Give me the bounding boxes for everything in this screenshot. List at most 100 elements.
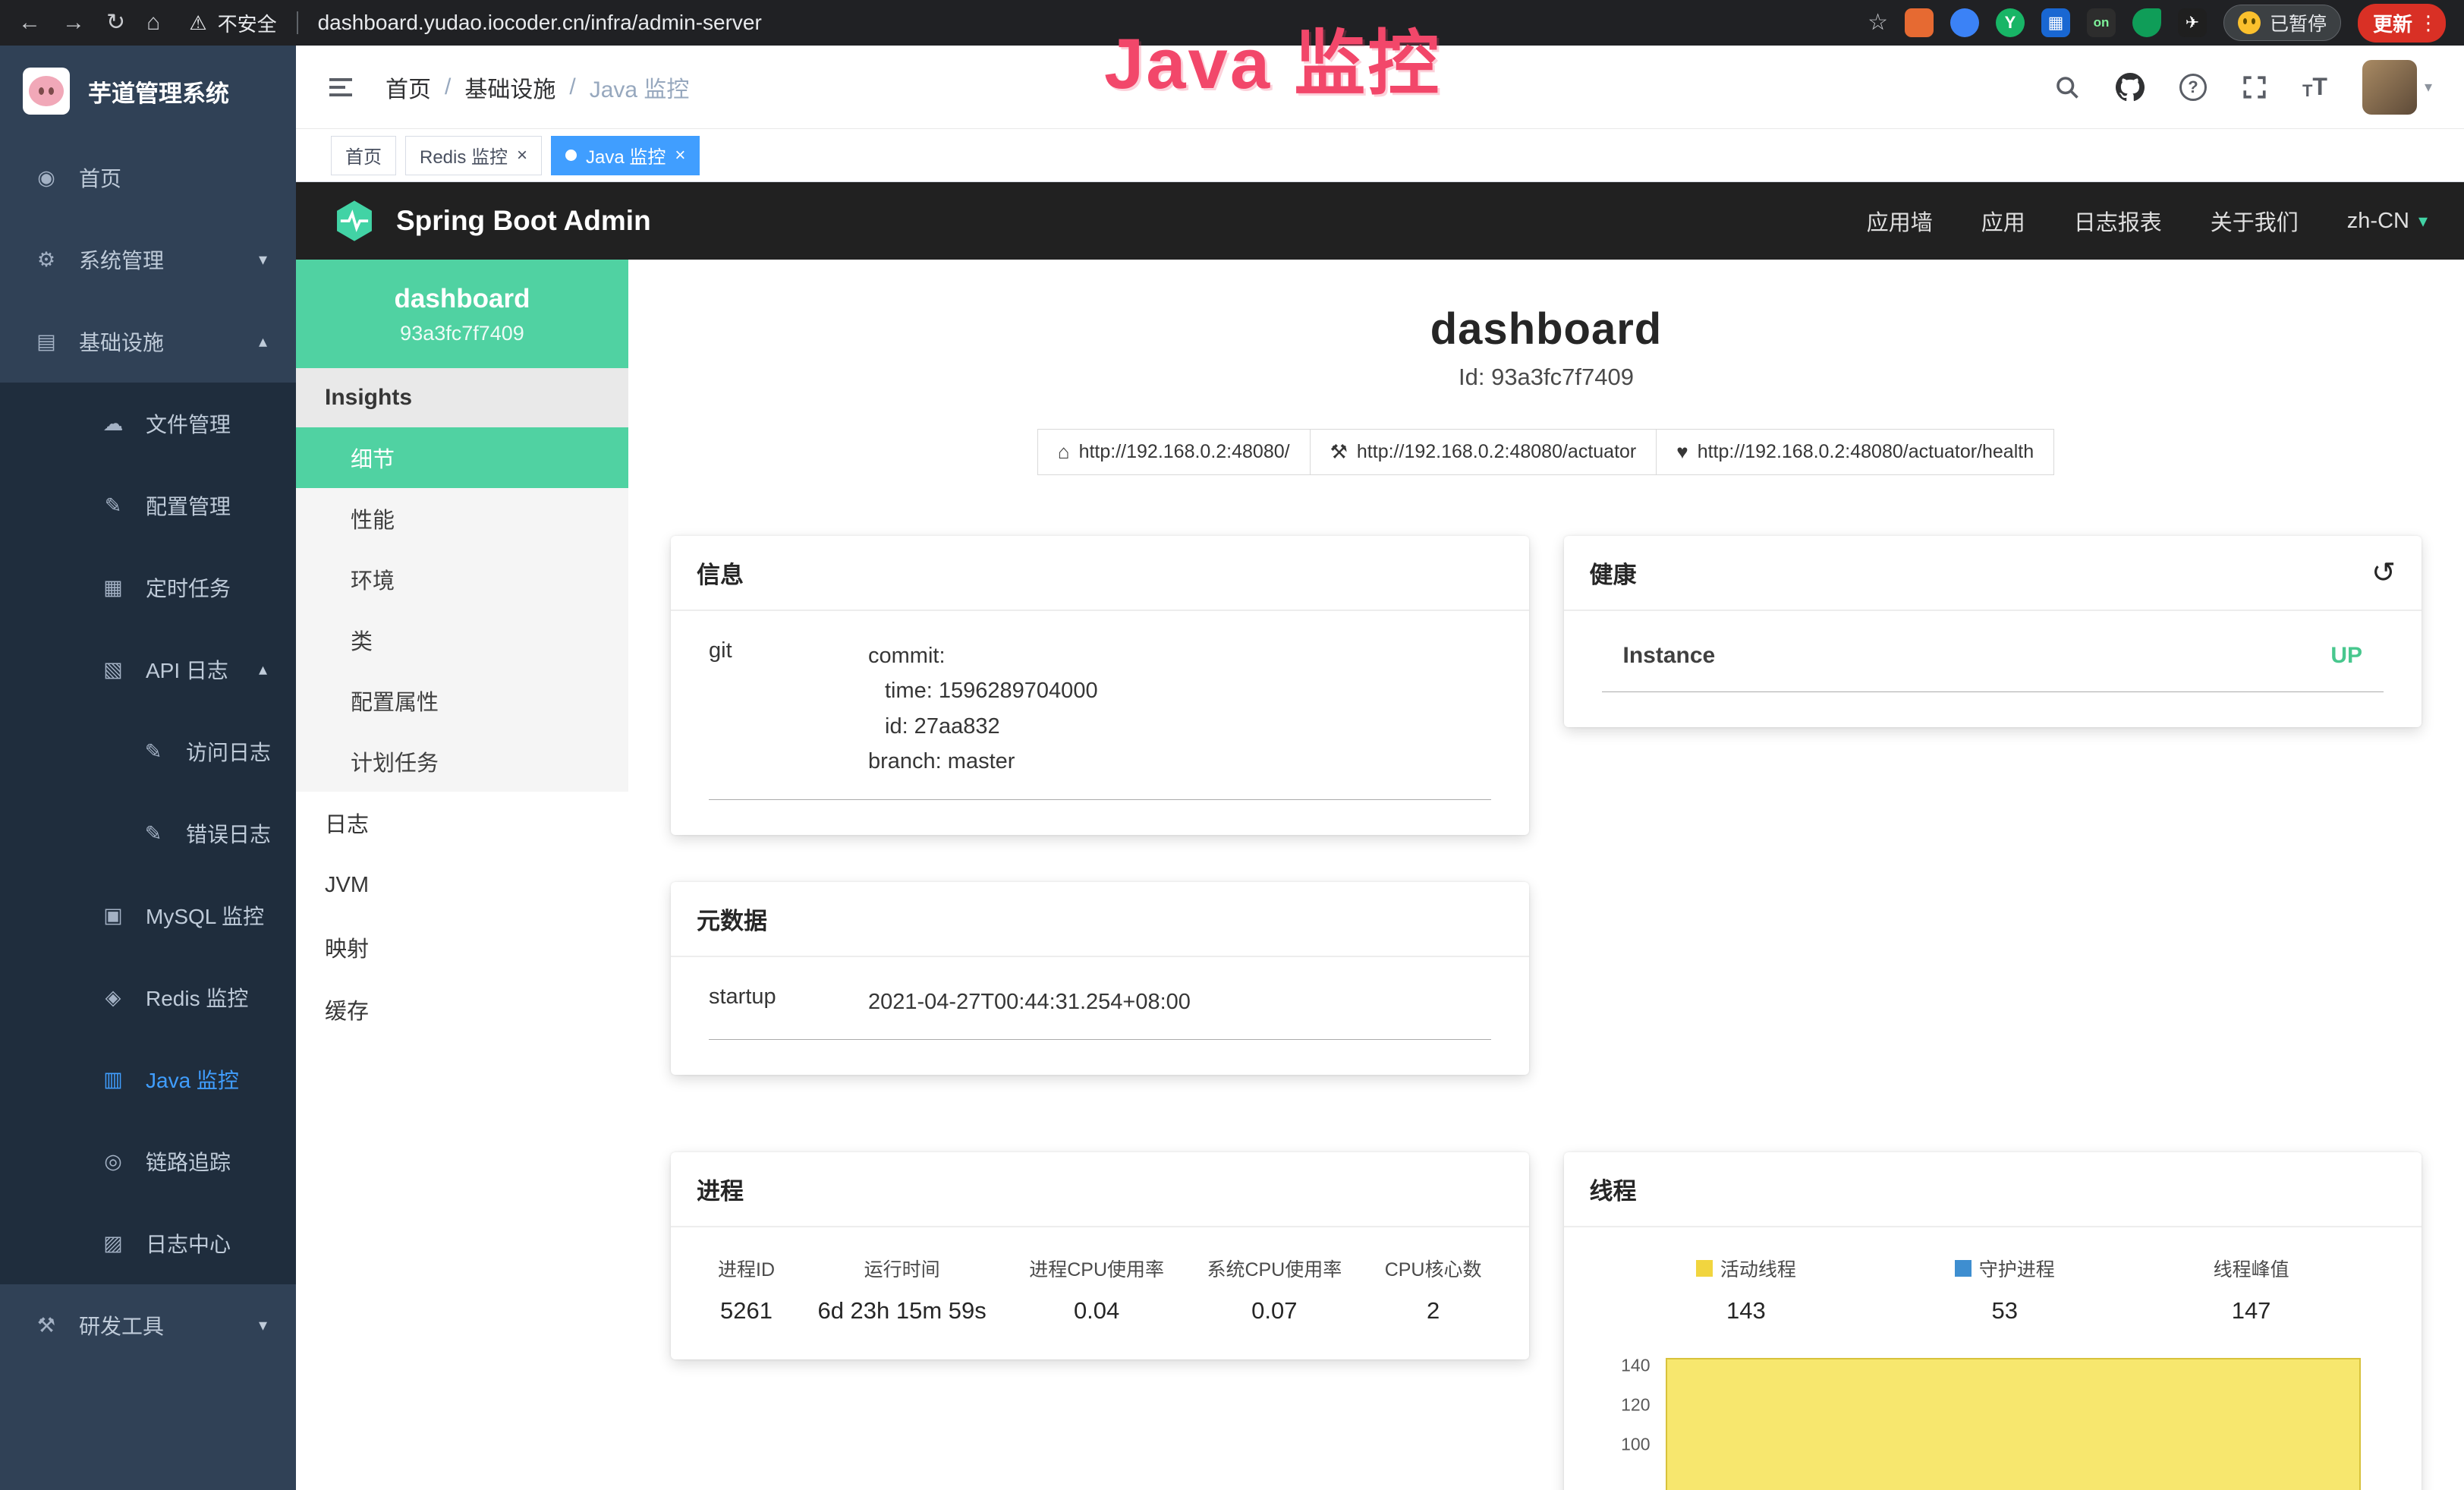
- home-icon[interactable]: ⌂: [146, 11, 160, 34]
- stat-pid: 进程ID 5261: [718, 1255, 775, 1325]
- extension-fox-icon[interactable]: [1905, 8, 1934, 37]
- legend-value: 53: [1955, 1297, 2055, 1325]
- font-size-icon[interactable]: TT: [2302, 73, 2327, 101]
- extension-plane-icon[interactable]: ✈: [2178, 8, 2207, 37]
- sidebar-submenu-infrastructure: ☁ 文件管理 ✎ 配置管理 ▦ 定时任务 ▧ API 日志 ▴: [0, 383, 296, 1284]
- breadcrumb-home[interactable]: 首页: [385, 71, 431, 104]
- sidebar-item-mysql-monitor[interactable]: ▣ MySQL 监控: [0, 874, 296, 956]
- sba-nav-wall[interactable]: 应用墙: [1867, 205, 1933, 237]
- sba-nav-applications[interactable]: 应用: [1981, 205, 2025, 237]
- sidebar-item-error-log[interactable]: ✎ 错误日志: [0, 792, 296, 874]
- sba-item-environment[interactable]: 环境: [296, 549, 628, 610]
- legend-active-threads: 活动线程 143: [1696, 1255, 1796, 1325]
- sidebar-item-schedule-job[interactable]: ▦ 定时任务: [0, 547, 296, 628]
- close-icon[interactable]: ×: [517, 145, 527, 166]
- git-branch-line: branch: master: [868, 744, 1491, 779]
- instance-url-link[interactable]: ⌂ http://192.168.0.2:48080/: [1037, 429, 1311, 475]
- paused-badge[interactable]: 已暂停: [2223, 5, 2341, 41]
- info-card: 信息 git commit: time: 1596289704000: [671, 536, 1529, 835]
- reload-icon[interactable]: ↻: [106, 11, 125, 34]
- legend-daemon-threads: 守护进程 53: [1955, 1255, 2055, 1325]
- extension-grid-icon[interactable]: ▦: [2041, 8, 2070, 37]
- sba-app-id: 93a3fc7f7409: [304, 322, 621, 345]
- sidebar-item-redis-monitor[interactable]: ◈ Redis 监控: [0, 956, 296, 1038]
- sidebar-item-label: 链路追踪: [146, 1146, 231, 1177]
- sidebar-item-home[interactable]: ◉ 首页: [0, 137, 296, 219]
- sba-item-scheduled-tasks[interactable]: 计划任务: [296, 731, 628, 792]
- back-icon[interactable]: ←: [18, 11, 41, 34]
- sidebar-item-system[interactable]: ⚙ 系统管理 ▾: [0, 219, 296, 301]
- tab-java-monitor[interactable]: Java 监控 ×: [551, 136, 700, 175]
- sidebar-item-dev-tools[interactable]: ⚒ 研发工具 ▾: [0, 1284, 296, 1366]
- heartbeat-icon: ♥: [1676, 440, 1688, 464]
- chevron-down-icon: ▾: [259, 1315, 267, 1335]
- metadata-card: 元数据 startup 2021-04-27T00:44:31.254+08:0…: [671, 882, 1529, 1075]
- legend-swatch-blue: [1955, 1260, 1972, 1277]
- y-tick: 120: [1602, 1394, 1651, 1415]
- locale-select[interactable]: zh-CN ▾: [2347, 209, 2428, 234]
- health-url-link[interactable]: ♥ http://192.168.0.2:48080/actuator/heal…: [1656, 429, 2054, 475]
- startup-row: startup 2021-04-27T00:44:31.254+08:00: [709, 984, 1491, 1040]
- sidebar-item-label: 文件管理: [146, 408, 231, 439]
- hamburger-icon[interactable]: [328, 74, 358, 101]
- sidebar-item-access-log[interactable]: ✎ 访问日志: [0, 710, 296, 792]
- extension-pin-icon[interactable]: [1950, 8, 1979, 37]
- sba-app-header[interactable]: dashboard 93a3fc7f7409: [296, 260, 628, 368]
- user-avatar[interactable]: ▾: [2362, 60, 2432, 115]
- stat-system-cpu: 系统CPU使用率 0.07: [1207, 1255, 1342, 1325]
- extension-green-icon[interactable]: Y: [1996, 8, 2025, 37]
- stat-label: 进程ID: [718, 1255, 775, 1282]
- sidebar-item-label: 定时任务: [146, 572, 231, 603]
- stat-value: 0.04: [1029, 1297, 1164, 1325]
- sba-item-metrics[interactable]: 性能: [296, 488, 628, 549]
- mysql-icon: ▣: [100, 904, 126, 928]
- stat-uptime: 运行时间 6d 23h 15m 59s: [817, 1255, 986, 1325]
- search-icon[interactable]: [2053, 74, 2081, 101]
- legend-label: 守护进程: [1979, 1255, 2055, 1282]
- forward-icon[interactable]: →: [62, 11, 85, 34]
- instance-links: ⌂ http://192.168.0.2:48080/ ⚒ http://192…: [671, 429, 2422, 475]
- url-text[interactable]: dashboard.yudao.iocoder.cn/infra/admin-s…: [318, 11, 762, 35]
- tab-redis-monitor[interactable]: Redis 监控 ×: [405, 136, 542, 175]
- help-icon[interactable]: ?: [2179, 74, 2207, 101]
- sba-item-caches[interactable]: 缓存: [296, 978, 628, 1041]
- sidebar-item-log-center[interactable]: ▨ 日志中心: [0, 1202, 296, 1284]
- sba-item-config-props[interactable]: 配置属性: [296, 670, 628, 731]
- sba-item-logs[interactable]: 日志: [296, 792, 628, 854]
- security-label[interactable]: 不安全: [218, 9, 277, 37]
- threads-chart: 140 120 100: [1602, 1355, 2384, 1490]
- fullscreen-icon[interactable]: [2242, 74, 2267, 100]
- sidebar-item-config-manage[interactable]: ✎ 配置管理: [0, 465, 296, 547]
- breadcrumb-infrastructure[interactable]: 基础设施: [464, 71, 555, 104]
- github-icon[interactable]: [2116, 73, 2145, 102]
- sidebar: 芋道管理系统 ◉ 首页 ⚙ 系统管理 ▾ ▤ 基础设施 ▴: [0, 46, 296, 1490]
- sba-item-mappings[interactable]: 映射: [296, 916, 628, 978]
- sba-item-classes[interactable]: 类: [296, 610, 628, 670]
- close-icon[interactable]: ×: [675, 145, 685, 166]
- avatar[interactable]: [2362, 60, 2417, 115]
- update-button[interactable]: 更新 ⋮: [2358, 4, 2446, 43]
- schedule-icon: ▦: [100, 576, 126, 600]
- tab-home[interactable]: 首页: [331, 136, 396, 175]
- chevron-up-icon: ▴: [259, 332, 267, 351]
- sidebar-item-infrastructure[interactable]: ▤ 基础设施 ▴: [0, 301, 296, 383]
- extension-leaf-icon[interactable]: [2132, 8, 2161, 37]
- browser-menu-icon[interactable]: ⋮: [2418, 11, 2438, 35]
- sba-item-jvm[interactable]: JVM: [296, 854, 628, 916]
- git-time-line: time: 1596289704000: [868, 673, 1491, 708]
- history-icon[interactable]: ↺: [2371, 559, 2396, 587]
- sidebar-item-trace[interactable]: ◎ 链路追踪: [0, 1120, 296, 1202]
- bookmark-star-icon[interactable]: ☆: [1868, 11, 1888, 34]
- sidebar-item-file-manage[interactable]: ☁ 文件管理: [0, 383, 296, 465]
- sidebar-item-java-monitor[interactable]: ▥ Java 监控: [0, 1038, 296, 1120]
- infrastructure-icon: ▤: [33, 330, 59, 354]
- actuator-url-link[interactable]: ⚒ http://192.168.0.2:48080/actuator: [1310, 429, 1657, 475]
- sba-item-details[interactable]: 细节: [296, 427, 628, 488]
- sidebar-item-api-log[interactable]: ▧ API 日志 ▴: [0, 628, 296, 710]
- chevron-down-icon: ▾: [2418, 210, 2428, 232]
- sba-nav-journal[interactable]: 日志报表: [2074, 205, 2162, 237]
- error-log-icon: ✎: [140, 822, 166, 846]
- extension-on-icon[interactable]: on: [2087, 8, 2116, 37]
- sba-nav-about[interactable]: 关于我们: [2211, 205, 2299, 237]
- address-bar[interactable]: ⚠ 不安全 dashboard.yudao.iocoder.cn/infra/a…: [189, 9, 762, 37]
